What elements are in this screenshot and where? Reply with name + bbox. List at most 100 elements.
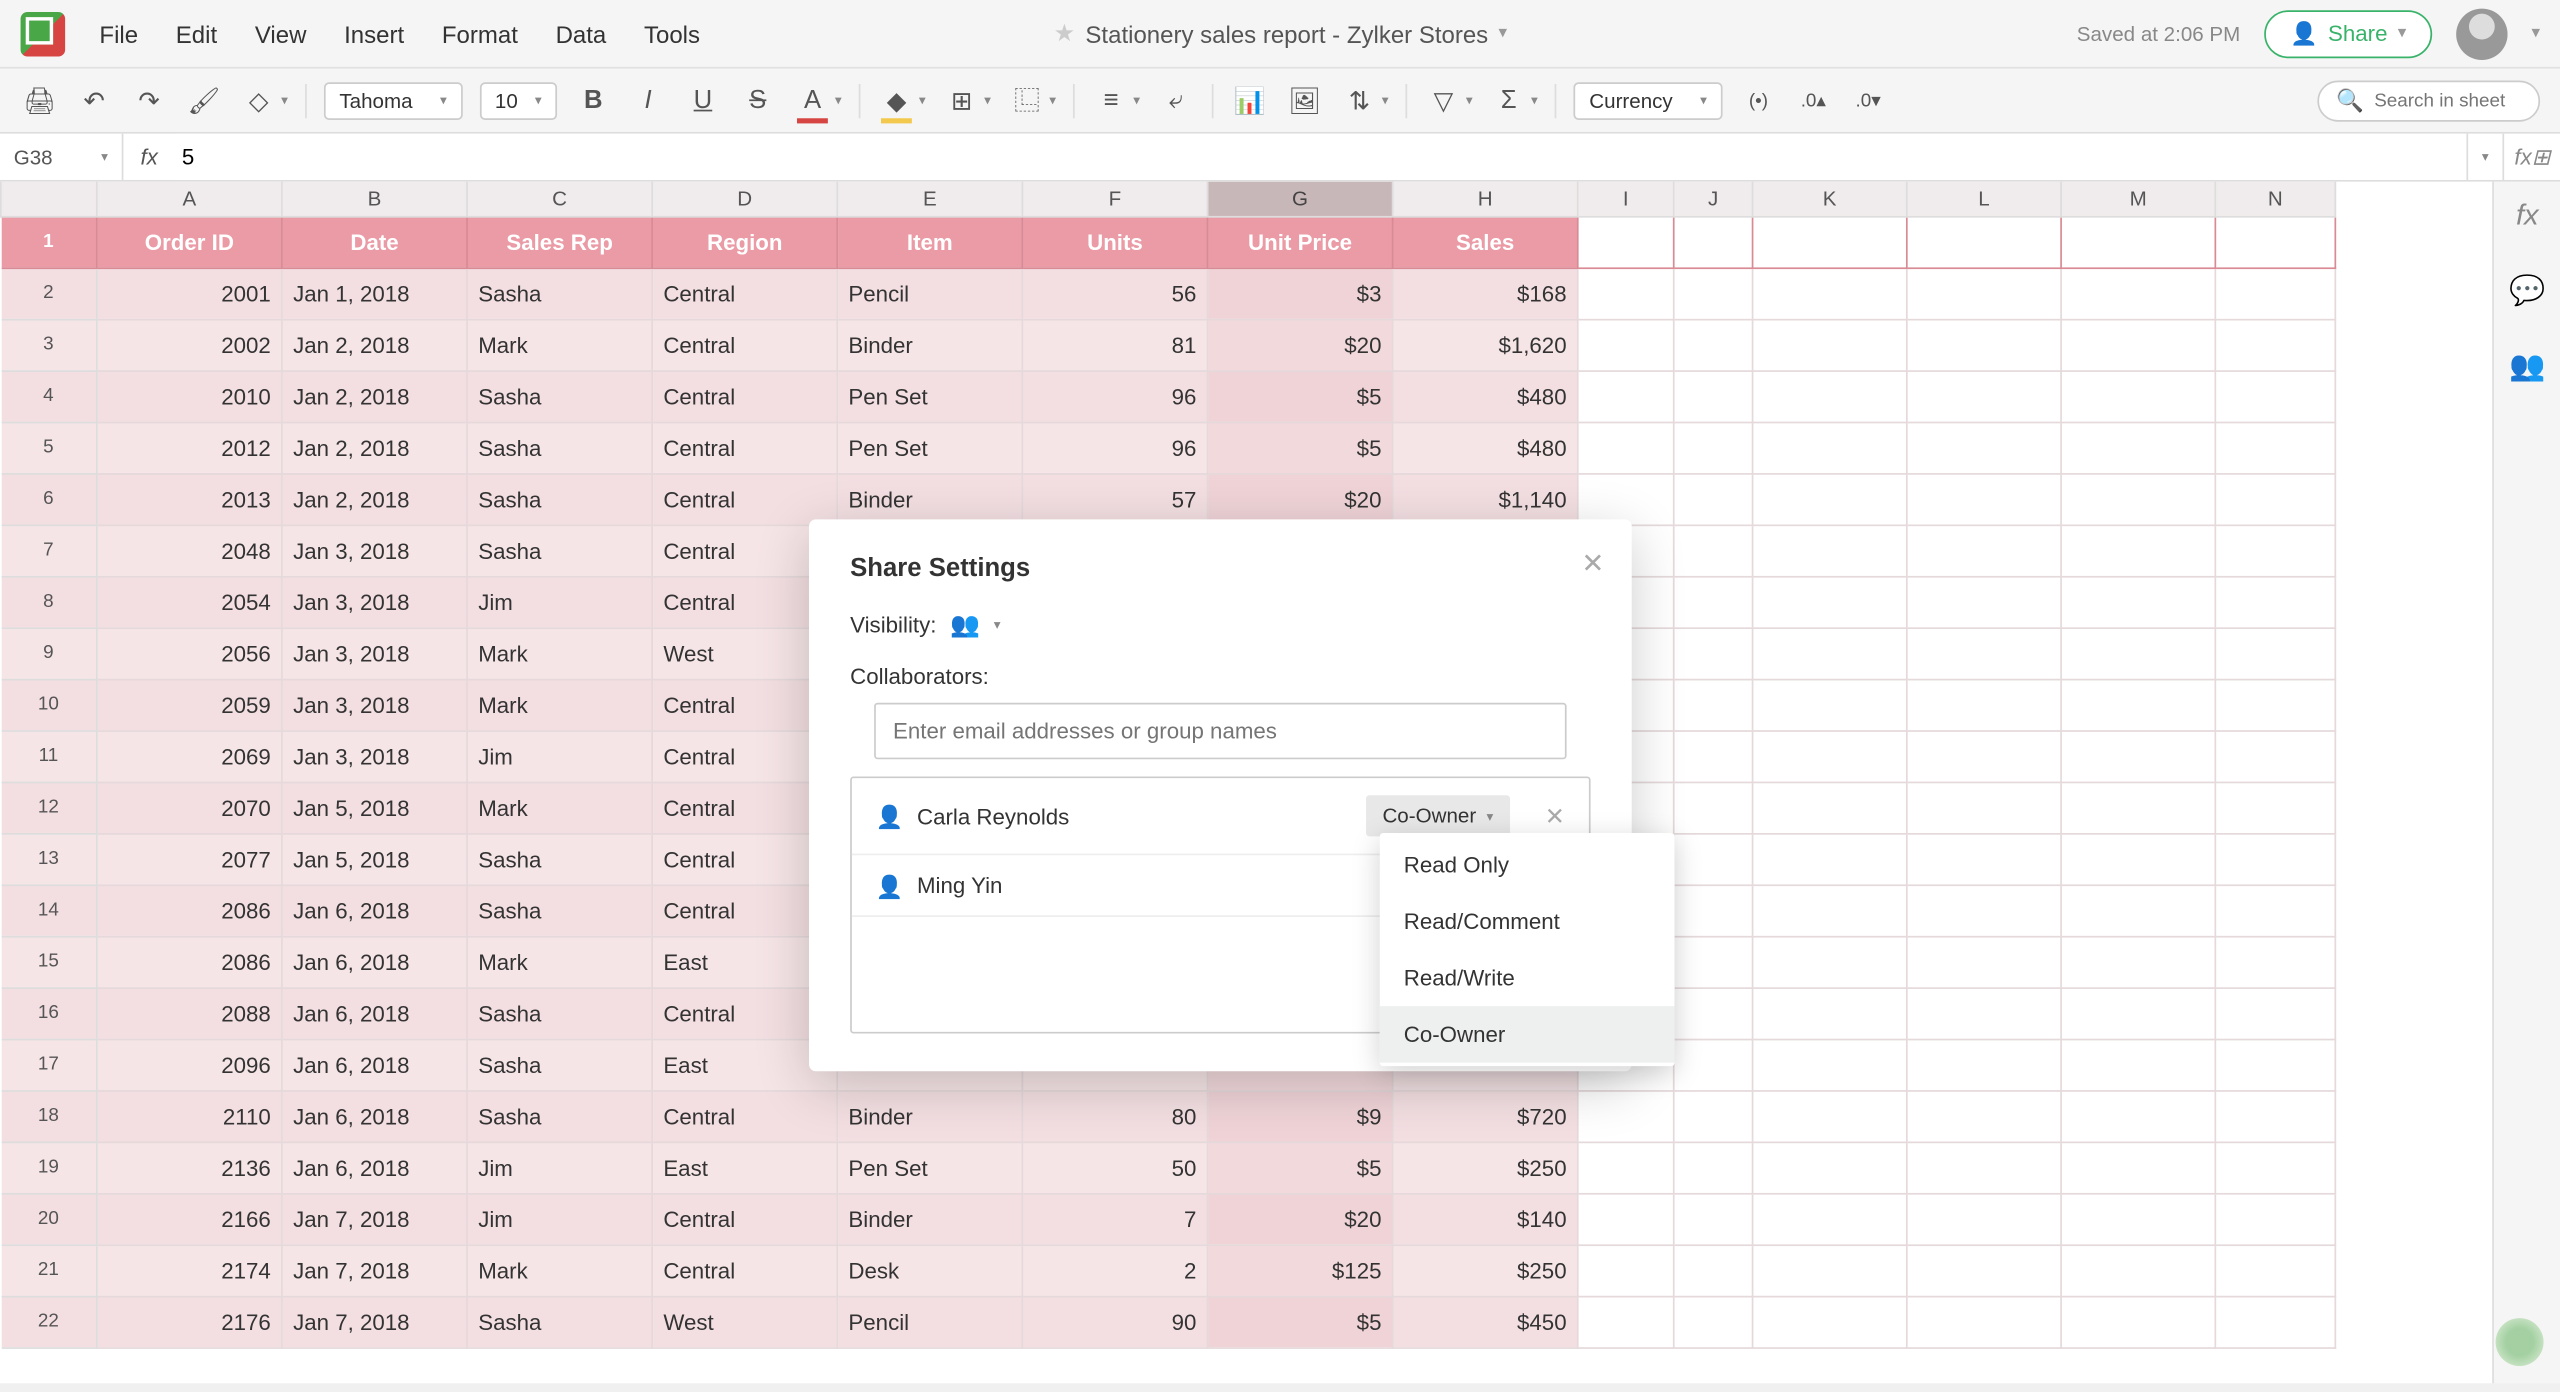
cell[interactable] — [1674, 987, 1753, 1038]
cell[interactable]: Jan 7, 2018 — [282, 1193, 467, 1244]
cell[interactable] — [1753, 679, 1907, 730]
cell[interactable] — [2215, 627, 2335, 678]
cell[interactable] — [2215, 1244, 2335, 1295]
underline-icon[interactable]: U — [684, 81, 722, 119]
cell[interactable]: 7 — [1022, 1193, 1207, 1244]
menu-item-data[interactable]: Data — [556, 20, 607, 47]
cell[interactable] — [1674, 730, 1753, 781]
search-sheet[interactable]: 🔍 — [2317, 80, 2540, 121]
cell[interactable]: Central — [652, 1090, 837, 1141]
cell[interactable]: $20 — [1208, 1193, 1393, 1244]
cell[interactable] — [1907, 422, 2061, 473]
merge-icon[interactable]: ⿺ — [1008, 81, 1046, 119]
cell[interactable] — [1907, 473, 2061, 524]
cell[interactable] — [1907, 782, 2061, 833]
row-header[interactable]: 16 — [1, 987, 97, 1038]
filter-icon[interactable]: ▽ — [1425, 81, 1463, 119]
col-header-K[interactable]: K — [1753, 182, 1907, 216]
cell[interactable]: $1,620 — [1393, 319, 1578, 370]
cell[interactable]: $3 — [1208, 267, 1393, 318]
cell[interactable]: Jan 5, 2018 — [282, 833, 467, 884]
cell[interactable] — [1907, 1090, 2061, 1141]
cell[interactable] — [1674, 370, 1753, 421]
cell[interactable] — [1578, 319, 1674, 370]
cell[interactable]: Item — [837, 216, 1022, 267]
cell[interactable]: 81 — [1022, 319, 1207, 370]
col-header-C[interactable]: C — [467, 182, 652, 216]
cell[interactable] — [1907, 1296, 2061, 1347]
cell[interactable]: $5 — [1208, 1142, 1393, 1193]
cell[interactable]: Jim — [467, 1142, 652, 1193]
row-header[interactable]: 19 — [1, 1142, 97, 1193]
cell[interactable] — [1753, 267, 1907, 318]
row-header[interactable]: 18 — [1, 1090, 97, 1141]
print-icon[interactable]: 🖨 — [21, 81, 59, 119]
cell[interactable] — [2215, 1142, 2335, 1193]
cell[interactable] — [1674, 782, 1753, 833]
chevron-down-icon[interactable]: ▾ — [994, 617, 1001, 632]
cell[interactable]: Jan 5, 2018 — [282, 782, 467, 833]
cell[interactable] — [1753, 473, 1907, 524]
cell[interactable]: Jan 3, 2018 — [282, 730, 467, 781]
cell[interactable]: Central — [652, 1244, 837, 1295]
cell[interactable]: 2056 — [97, 627, 282, 678]
cell[interactable]: Sasha — [467, 884, 652, 935]
cell[interactable]: Central — [652, 473, 837, 524]
cell[interactable] — [2061, 216, 2215, 267]
cell[interactable]: Units — [1022, 216, 1207, 267]
cell[interactable] — [2215, 576, 2335, 627]
cell[interactable] — [2061, 370, 2215, 421]
cell[interactable]: 2069 — [97, 730, 282, 781]
cell[interactable]: $168 — [1393, 267, 1578, 318]
cell[interactable]: 57 — [1022, 473, 1207, 524]
cell[interactable] — [2061, 1244, 2215, 1295]
cell[interactable]: Jan 2, 2018 — [282, 473, 467, 524]
cell[interactable]: Desk — [837, 1244, 1022, 1295]
avatar[interactable] — [2456, 8, 2507, 59]
cell[interactable]: 2048 — [97, 524, 282, 575]
cell[interactable]: 2059 — [97, 679, 282, 730]
cell[interactable]: Sales — [1393, 216, 1578, 267]
cell[interactable] — [1907, 370, 2061, 421]
cell[interactable] — [2215, 422, 2335, 473]
cell[interactable]: West — [652, 1296, 837, 1347]
chevron-down-icon[interactable]: ▾ — [2532, 24, 2541, 43]
cell[interactable]: 90 — [1022, 1296, 1207, 1347]
cell[interactable] — [2215, 884, 2335, 935]
comment-side-icon[interactable]: 💬 — [2509, 274, 2545, 308]
cell[interactable]: $140 — [1393, 1193, 1578, 1244]
cell[interactable]: 2070 — [97, 782, 282, 833]
cell[interactable]: Binder — [837, 1090, 1022, 1141]
row-header[interactable]: 12 — [1, 782, 97, 833]
cell[interactable]: Sasha — [467, 1039, 652, 1090]
cell[interactable]: Binder — [837, 473, 1022, 524]
cell[interactable] — [2061, 833, 2215, 884]
cell[interactable]: 2088 — [97, 987, 282, 1038]
cell[interactable] — [2061, 422, 2215, 473]
chart-icon[interactable]: 📊 — [1231, 81, 1269, 119]
cell[interactable] — [1578, 473, 1674, 524]
cell[interactable] — [1674, 473, 1753, 524]
cell[interactable] — [1753, 319, 1907, 370]
cell[interactable] — [1674, 1193, 1753, 1244]
decrease-decimal-icon[interactable]: .0▾ — [1849, 81, 1887, 119]
cell[interactable]: Jan 6, 2018 — [282, 1090, 467, 1141]
cell[interactable] — [2215, 319, 2335, 370]
cell[interactable] — [2215, 524, 2335, 575]
cell[interactable]: $5 — [1208, 422, 1393, 473]
cell[interactable]: 2166 — [97, 1193, 282, 1244]
row-header[interactable]: 22 — [1, 1296, 97, 1347]
align-icon[interactable]: ≡ — [1092, 81, 1130, 119]
cell[interactable] — [2061, 1142, 2215, 1193]
star-icon[interactable]: ★ — [1054, 19, 1076, 48]
cell[interactable] — [1578, 1244, 1674, 1295]
row-header[interactable]: 4 — [1, 370, 97, 421]
cell[interactable]: Sasha — [467, 473, 652, 524]
cell[interactable] — [1578, 1142, 1674, 1193]
row-header[interactable]: 3 — [1, 319, 97, 370]
undo-icon[interactable]: ↶ — [75, 81, 113, 119]
cell[interactable]: Mark — [467, 679, 652, 730]
cell[interactable]: Central — [652, 267, 837, 318]
cell[interactable]: Region — [652, 216, 837, 267]
row-header[interactable]: 10 — [1, 679, 97, 730]
